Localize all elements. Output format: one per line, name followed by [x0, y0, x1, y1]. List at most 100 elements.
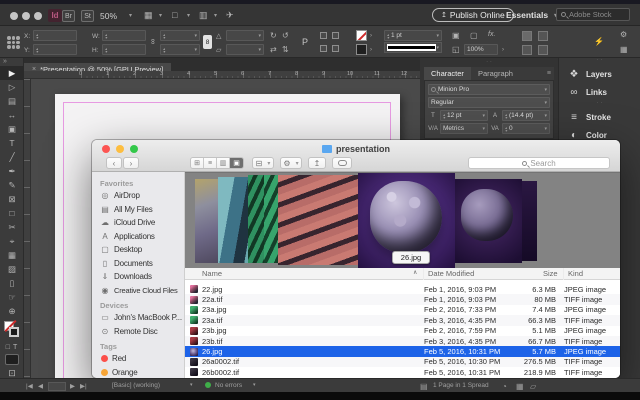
back-button[interactable]: ‹	[106, 157, 122, 169]
sort-ascending-icon[interactable]: ∧	[413, 269, 417, 276]
effects-fx-icon[interactable]: fx.	[488, 31, 495, 38]
share-icon[interactable]: ✈	[226, 10, 234, 21]
corner-options-icon[interactable]: ▣	[452, 31, 460, 40]
font-family-field[interactable]: Minion Pro ▾	[428, 84, 550, 95]
align-icon[interactable]	[332, 32, 339, 39]
x-position-field[interactable]: ▴▾	[33, 30, 77, 41]
tool-selection[interactable]: ▶	[0, 66, 24, 80]
reference-point-proxy[interactable]	[7, 36, 20, 49]
tool-gradient-feather[interactable]: ▨	[0, 262, 24, 276]
adobe-stock-search-input[interactable]: Adobe Stock	[556, 8, 630, 21]
column-kind[interactable]: Kind	[568, 269, 583, 278]
flip-horizontal-button[interactable]: ⇄	[270, 45, 277, 54]
sidebar-item-downloads[interactable]: ⇓Downloads	[92, 270, 184, 284]
column-name[interactable]: Name	[202, 269, 222, 278]
trash-icon[interactable]: ▱	[530, 382, 536, 391]
sidebar-item-tag-red[interactable]: Red	[92, 352, 184, 366]
file-row[interactable]: 23a.jpgFeb 2, 2016, 7:33 PM7.4 MBJPEG im…	[185, 305, 620, 315]
apply-formatting-icon[interactable]: □	[6, 344, 10, 351]
scale-y-field[interactable]: ▴▾▾	[160, 44, 200, 55]
align-icon[interactable]	[320, 32, 327, 39]
tool-note[interactable]: ▯	[0, 276, 24, 290]
publish-online-button[interactable]: ↥ Publish Online	[432, 8, 514, 22]
stroke-none-swatch[interactable]	[356, 30, 367, 41]
sidebar-item-all-my-files[interactable]: ▤All My Files	[92, 203, 184, 217]
fill-stroke-swatches[interactable]	[0, 318, 24, 342]
action-menu-button[interactable]: ⚙ ▾	[280, 157, 302, 169]
stock-button[interactable]: St	[81, 10, 94, 22]
height-field[interactable]: ▴▾	[102, 44, 146, 55]
column-view-button[interactable]: ▥	[217, 158, 230, 168]
pages-icon[interactable]: ▦	[516, 382, 524, 391]
next-page-button[interactable]: ▶	[70, 382, 75, 390]
tool-page[interactable]: ▤	[0, 94, 24, 108]
fill-swatch-more[interactable]: ›	[370, 47, 372, 53]
align-icon[interactable]	[320, 45, 327, 52]
sync-icon[interactable]: ◔	[502, 382, 507, 391]
arrange-documents-icon[interactable]: ▥	[199, 10, 208, 21]
prev-page-button[interactable]: ◀	[38, 382, 43, 390]
sidebar-item-remote-disc[interactable]: ⊙Remote Disc	[92, 325, 184, 339]
y-position-field[interactable]: ▴▾	[33, 44, 77, 55]
last-page-button[interactable]: ▶|	[80, 382, 87, 390]
file-row[interactable]: 23b.tifFeb 3, 2016, 4:35 PM66.7 MBTIFF i…	[185, 336, 620, 346]
arrange-button[interactable]: ⊟ ▾	[252, 157, 274, 169]
thumbnail-red-waves[interactable]	[278, 175, 362, 265]
preflight-status[interactable]: No errors	[215, 382, 242, 389]
panel-collapse-icon[interactable]: »	[0, 58, 23, 66]
tool-free-transform[interactable]: ⌖	[0, 234, 24, 248]
font-style-field[interactable]: Regular ▾	[428, 97, 550, 108]
apply-text-formatting-icon[interactable]: T	[13, 344, 17, 351]
tab-character[interactable]: Character	[424, 67, 471, 80]
fit-frame-toggle[interactable]	[538, 45, 548, 55]
thumbnail-purple-blob-dark[interactable]	[452, 179, 522, 263]
tool-gap[interactable]: ↔	[0, 108, 24, 122]
constrain-scale-icon[interactable]: 8	[203, 35, 212, 49]
align-center-toggle[interactable]	[522, 31, 532, 41]
panel-button-links[interactable]: ∞ Links	[559, 83, 640, 101]
dock-grip[interactable]: · ·	[559, 58, 640, 65]
tab-paragraph[interactable]: Paragraph	[471, 67, 520, 80]
file-row[interactable]: 26b0002.tifFeb 5, 2016, 10:31 PM218.9 MB…	[185, 367, 620, 377]
panel-button-stroke[interactable]: ≡ Stroke	[559, 108, 640, 126]
shear-angle-field[interactable]: ▾	[226, 44, 264, 55]
tool-gradient[interactable]: ▦	[0, 248, 24, 262]
tool-zoom[interactable]: ⊕	[0, 304, 24, 318]
preview-mode-button[interactable]	[5, 354, 19, 365]
tool-hand[interactable]: ☞	[0, 290, 24, 304]
file-row[interactable]: 23b.jpgFeb 2, 2016, 7:59 PM5.1 MBJPEG im…	[185, 326, 620, 336]
file-row[interactable]: 22a.tifFeb 1, 2016, 9:03 PM80 MBTIFF ima…	[185, 294, 620, 304]
sidebar-item-documents[interactable]: ▯Documents	[92, 257, 184, 271]
forward-button[interactable]: ›	[123, 157, 139, 169]
sidebar-item-applications[interactable]: AApplications	[92, 230, 184, 244]
sidebar-item-airdrop[interactable]: ◎AirDrop	[92, 189, 184, 203]
tool-line[interactable]: ╱	[0, 150, 24, 164]
window-zoom-button[interactable]	[34, 12, 42, 20]
sidebar-item-tag-orange[interactable]: Orange	[92, 366, 184, 379]
sidebar-item-desktop[interactable]: ▢Desktop	[92, 243, 184, 257]
panel-menu-icon[interactable]: ≡	[547, 70, 554, 77]
file-row-selected[interactable]: 26.jpgFeb 5, 2016, 10:31 PM5.7 MBJPEG im…	[185, 346, 620, 356]
stroke-weight-field[interactable]: ▴▾ 1 pt ▾	[384, 30, 442, 41]
sidebar-item-creative-cloud-files[interactable]: ◉Creative Cloud Files	[92, 284, 184, 298]
stroke-style-dropdown[interactable]: ▾	[384, 42, 442, 53]
font-size-field[interactable]: ▴▾ 12 pt ▾	[440, 110, 488, 121]
tool-scissors[interactable]: ✂	[0, 220, 24, 234]
fill-swatch[interactable]	[356, 44, 367, 55]
tool-pen[interactable]: ✒	[0, 164, 24, 178]
rotate-cw-button[interactable]: ↻	[270, 31, 277, 40]
icon-view-button[interactable]: ⊞	[191, 158, 204, 168]
panel-grip[interactable]: · ·	[424, 60, 554, 67]
horizontal-ruler[interactable]: 0 1 2 3 4 5 6 7 8 9 10 11 12	[24, 71, 420, 79]
tool-direct-selection[interactable]: ▷	[0, 80, 24, 94]
opacity-more[interactable]: ›	[502, 47, 504, 53]
coverflow-view-button[interactable]: ▣	[230, 158, 243, 168]
fit-content-toggle[interactable]	[522, 45, 532, 55]
stroke-swatch[interactable]	[9, 327, 19, 337]
tool-frame[interactable]: ⊠	[0, 192, 24, 206]
panel-grid-icon[interactable]: ▦	[620, 45, 628, 54]
align-frame-toggle[interactable]	[538, 31, 548, 41]
window-close-button[interactable]	[10, 12, 18, 20]
width-field[interactable]: ▴▾	[102, 30, 146, 41]
finder-window[interactable]: presentation ‹ › ⊞ ≡ ▥ ▣ ⊟ ▾ ⚙ ▾ ↥	[92, 140, 620, 378]
